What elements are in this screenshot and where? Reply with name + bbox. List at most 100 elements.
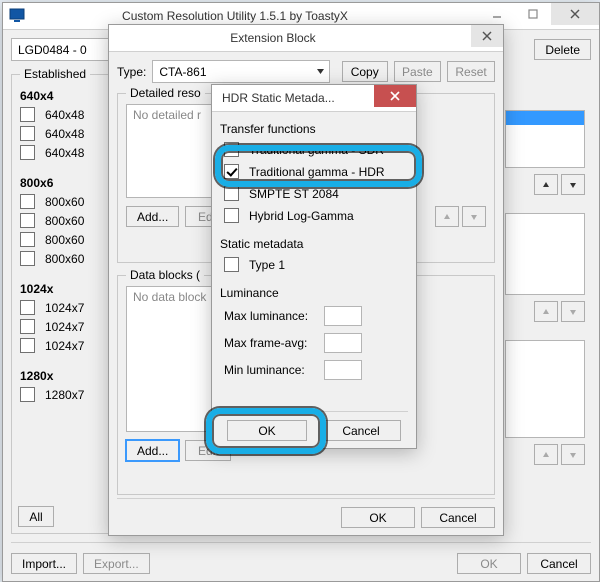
main-ok-button[interactable]: OK [457,553,521,574]
max-luminance-input[interactable] [324,306,362,326]
all-button[interactable]: All [18,506,54,527]
max-frame-avg-input[interactable] [324,333,362,353]
main-cancel-button[interactable]: Cancel [527,553,591,574]
type-combo-value: CTA-861 [159,65,206,79]
established-row[interactable]: 640x48 [20,107,102,122]
established-label: 640x48 [45,108,84,122]
smpte-option[interactable]: SMPTE ST 2084 [224,186,408,201]
sdr-option[interactable]: Traditional gamma - SDR [224,142,408,157]
hdr-dialog: HDR Static Metada... Transfer functions … [211,84,417,449]
ext-title: Extension Block [115,31,471,45]
type1-label: Type 1 [249,258,285,272]
ext-close-button[interactable] [471,25,503,47]
hdr-title: HDR Static Metada... [218,91,374,105]
established-row[interactable]: 1024x7 [20,338,102,353]
established-row[interactable]: 800x60 [20,213,102,228]
static-metadata-legend: Static metadata [220,237,408,251]
import-button[interactable]: Import... [11,553,77,574]
right-listbox-2[interactable] [505,213,585,295]
established-label: 800x60 [45,195,84,209]
chevron-down-icon [316,65,325,79]
hlg-option[interactable]: Hybrid Log-Gamma [224,208,408,223]
hdr-label: Traditional gamma - HDR [249,165,385,179]
established-row: 800x6 [20,176,102,190]
datablocks-add-button[interactable]: Add... [126,440,179,461]
sdr-label: Traditional gamma - SDR [249,143,384,157]
hdr-close-button[interactable] [374,85,416,107]
delete-button[interactable]: Delete [534,39,591,60]
established-row[interactable]: 640x48 [20,126,102,141]
app-icon [9,8,25,24]
ext-cancel-button[interactable]: Cancel [421,507,495,528]
datablocks-legend: Data blocks ( [126,268,204,282]
copy-button[interactable]: Copy [342,61,388,82]
established-checkbox[interactable] [20,126,35,141]
established-label: 800x60 [45,214,84,228]
established-checkbox[interactable] [20,319,35,334]
luminance-legend: Luminance [220,286,408,300]
established-label: 640x48 [45,127,84,141]
established-label: 800x60 [45,233,84,247]
established-label: 1280x7 [45,388,84,402]
export-button[interactable]: Export... [83,553,150,574]
move-down-button-2[interactable] [561,301,585,322]
established-checkbox[interactable] [20,387,35,402]
close-button[interactable] [551,3,599,25]
right-listbox-3[interactable] [505,340,585,438]
established-checkbox[interactable] [20,107,35,122]
established-checkbox[interactable] [20,300,35,315]
established-row[interactable]: 640x48 [20,145,102,160]
established-label: 1024x7 [45,339,84,353]
move-up-button-2[interactable] [534,301,558,322]
detailed-add-button[interactable]: Add... [126,206,179,227]
established-row[interactable]: 800x60 [20,232,102,247]
established-checkbox[interactable] [20,213,35,228]
move-up-button-1[interactable] [534,174,558,195]
detailed-down-button[interactable] [462,206,486,227]
type1-option[interactable]: Type 1 [224,257,408,272]
established-label: 800x60 [45,252,84,266]
type-label: Type: [117,65,146,79]
hdr-ok-button[interactable]: OK [227,420,307,441]
hdr-titlebar: HDR Static Metada... [212,85,416,112]
ext-ok-button[interactable]: OK [341,507,415,528]
move-down-button-3[interactable] [561,444,585,465]
hlg-label: Hybrid Log-Gamma [249,209,354,223]
right-listbox-1[interactable] [505,110,585,168]
established-checkbox[interactable] [20,194,35,209]
established-row[interactable]: 1280x7 [20,387,102,402]
ext-titlebar: Extension Block [109,25,503,52]
established-label: 1024x7 [45,320,84,334]
type-combo[interactable]: CTA-861 [152,60,329,83]
established-checkbox[interactable] [20,145,35,160]
established-row[interactable]: 800x60 [20,194,102,209]
paste-button[interactable]: Paste [394,61,441,82]
established-label: 640x48 [45,146,84,160]
established-header: 1024x [20,282,53,296]
move-down-button-1[interactable] [561,174,585,195]
established-row[interactable]: 1024x7 [20,300,102,315]
established-header: 640x4 [20,89,53,103]
move-up-button-3[interactable] [534,444,558,465]
established-group: Established 640x4640x48640x48640x48800x6… [11,74,111,534]
min-luminance-input[interactable] [324,360,362,380]
established-header: 800x6 [20,176,53,190]
hdr-cancel-button[interactable]: Cancel [321,420,401,441]
hdr-option[interactable]: Traditional gamma - HDR [224,164,408,179]
established-checkbox[interactable] [20,338,35,353]
maximize-button[interactable] [515,3,551,25]
detailed-up-button[interactable] [435,206,459,227]
reset-button[interactable]: Reset [447,61,495,82]
detailed-legend: Detailed reso [126,86,205,100]
established-row[interactable]: 800x60 [20,251,102,266]
minimize-button[interactable] [479,3,515,25]
established-row[interactable]: 1024x7 [20,319,102,334]
max-frame-avg-label: Max frame-avg: [224,336,318,350]
established-header: 1280x [20,369,53,383]
established-row: 1280x [20,369,102,383]
display-combo[interactable]: LGD0484 - 0 [11,38,113,61]
established-checkbox[interactable] [20,232,35,247]
established-checkbox[interactable] [20,251,35,266]
established-row: 640x4 [20,89,102,103]
established-legend: Established [20,67,90,81]
